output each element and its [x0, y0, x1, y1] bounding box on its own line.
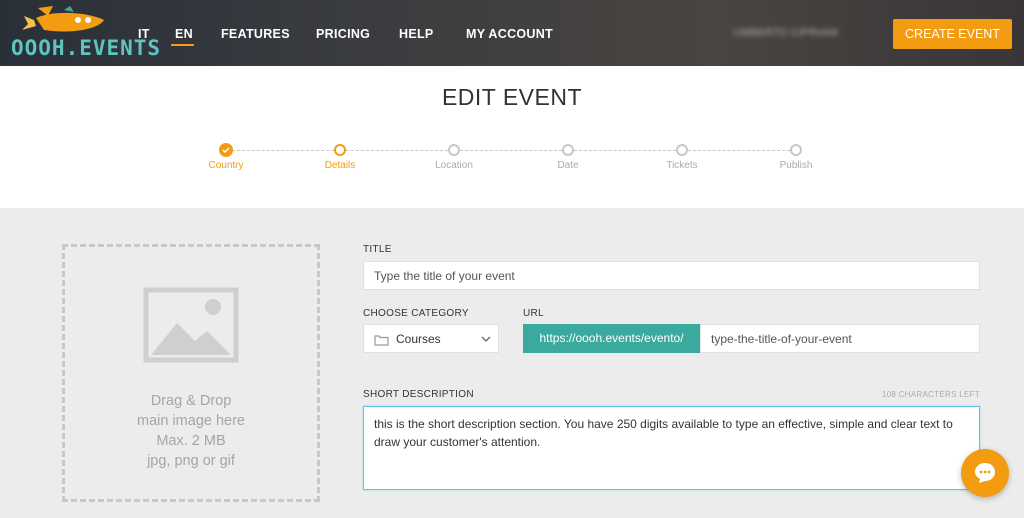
url-label: URL	[523, 308, 544, 319]
dropzone-line-4: jpg, png or gif	[147, 453, 235, 469]
step-country-check-icon[interactable]	[219, 143, 233, 157]
nav-features[interactable]: FEATURES	[221, 27, 290, 41]
title-label: TITLE	[363, 244, 392, 255]
step-connector	[688, 150, 790, 151]
category-label: CHOOSE CATEGORY	[363, 308, 469, 319]
step-label-date[interactable]: Date	[528, 160, 608, 171]
title-input[interactable]: Type the title of your event	[363, 261, 980, 290]
image-placeholder-icon	[143, 287, 239, 363]
nav-pricing[interactable]: PRICING	[316, 27, 370, 41]
step-date-dot[interactable]	[562, 144, 574, 156]
category-select[interactable]: Courses	[363, 324, 499, 353]
chevron-down-icon	[481, 336, 491, 342]
page-title: EDIT EVENT	[441, 84, 583, 110]
step-publish-dot[interactable]	[790, 144, 802, 156]
short-description-textarea[interactable]: this is the short description section. Y…	[363, 406, 980, 490]
step-label-country[interactable]: Country	[186, 160, 266, 171]
nav-my-account[interactable]: MY ACCOUNT	[466, 27, 553, 41]
url-slug-input[interactable]: type-the-title-of-your-event	[700, 324, 980, 353]
step-connector	[460, 150, 562, 151]
characters-left-counter: 108 CHARACTERS LEFT	[881, 390, 980, 399]
active-lang-underline	[171, 44, 194, 46]
step-connector	[346, 150, 448, 151]
dropzone-line-2: main image here	[137, 413, 245, 429]
lang-en-link[interactable]: EN	[175, 27, 193, 41]
create-event-button[interactable]: CREATE EVENT	[893, 19, 1012, 49]
url-prefix: https://oooh.events/evento/	[523, 324, 700, 353]
nav-help[interactable]: HELP	[399, 27, 434, 41]
folder-icon	[374, 335, 389, 346]
short-description-label: SHORT DESCRIPTION	[363, 389, 474, 400]
step-tickets-dot[interactable]	[676, 144, 688, 156]
step-label-details[interactable]: Details	[300, 160, 380, 171]
step-connector	[574, 150, 676, 151]
step-label-publish[interactable]: Publish	[756, 160, 836, 171]
chat-bubble-icon	[975, 463, 995, 483]
step-location-dot[interactable]	[448, 144, 460, 156]
dropzone-line-3: Max. 2 MB	[156, 433, 226, 449]
step-details-dot[interactable]	[334, 144, 346, 156]
user-menu[interactable]: UMBERTO CIPRIANI	[733, 27, 838, 39]
step-label-location[interactable]: Location	[414, 160, 494, 171]
lang-it-link[interactable]: IT	[138, 27, 150, 41]
dropzone-line-1: Drag & Drop	[150, 393, 232, 409]
chat-button[interactable]	[961, 449, 1009, 497]
step-connector	[232, 150, 334, 151]
category-value: Courses	[396, 332, 441, 346]
step-label-tickets[interactable]: Tickets	[642, 160, 722, 171]
